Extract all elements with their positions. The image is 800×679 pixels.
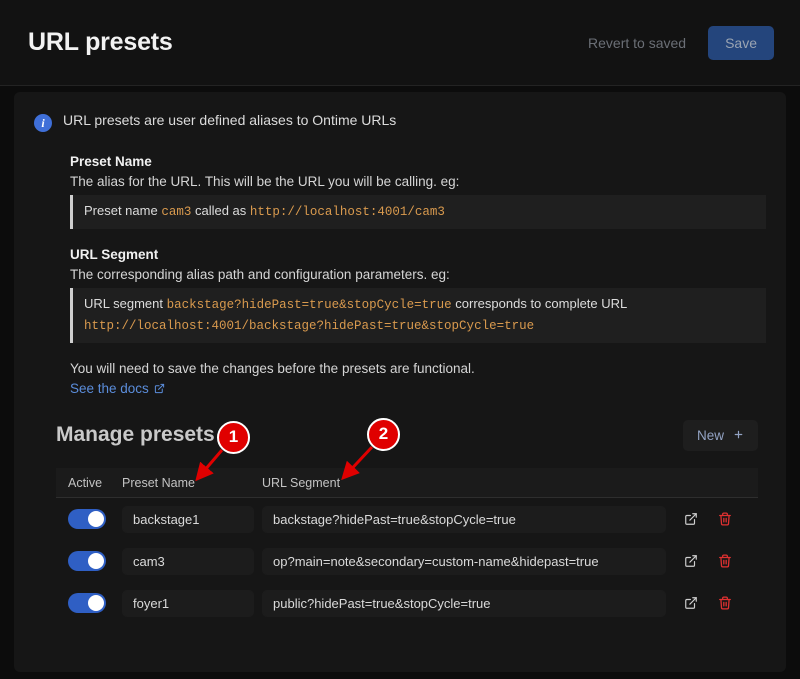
row-url-segment-cell bbox=[262, 590, 676, 617]
example-code: cam3 bbox=[161, 205, 191, 219]
row-actions-cell bbox=[676, 554, 750, 568]
example-middle: corresponds to complete URL bbox=[455, 296, 627, 311]
delete-preset-button[interactable] bbox=[718, 512, 732, 526]
url-presets-page: URL presets Revert to saved Save i URL p… bbox=[0, 0, 800, 679]
example-url: http://localhost:4001/cam3 bbox=[250, 205, 445, 219]
column-header-url-segment: URL Segment bbox=[262, 476, 676, 490]
page-header: URL presets Revert to saved Save bbox=[0, 0, 800, 86]
example-prefix: URL segment bbox=[84, 296, 163, 311]
external-link-icon bbox=[684, 554, 698, 568]
revert-to-saved-button[interactable]: Revert to saved bbox=[576, 27, 698, 59]
toggle-knob bbox=[88, 595, 104, 611]
toggle-knob bbox=[88, 553, 104, 569]
trash-icon bbox=[718, 596, 732, 610]
trash-icon bbox=[718, 554, 732, 568]
section-preset-name: Preset Name The alias for the URL. This … bbox=[34, 154, 766, 229]
row-active-cell bbox=[64, 509, 122, 529]
manage-presets-header: Manage presets New bbox=[56, 414, 758, 456]
table-header-row: Active Preset Name URL Segment bbox=[56, 468, 758, 498]
section-description: The corresponding alias path and configu… bbox=[70, 267, 766, 282]
open-preset-button[interactable] bbox=[684, 596, 698, 610]
preset-name-input[interactable] bbox=[122, 590, 254, 617]
delete-preset-button[interactable] bbox=[718, 596, 732, 610]
page-title: URL presets bbox=[28, 28, 576, 57]
see-the-docs-link[interactable]: See the docs bbox=[70, 381, 165, 396]
section-description: The alias for the URL. This will be the … bbox=[70, 174, 766, 189]
row-preset-name-cell bbox=[122, 548, 262, 575]
new-preset-label: New bbox=[697, 428, 724, 443]
table-row bbox=[56, 498, 758, 540]
external-link-icon bbox=[154, 383, 165, 394]
toggle-knob bbox=[88, 511, 104, 527]
info-footer: You will need to save the changes before… bbox=[34, 361, 766, 398]
delete-preset-button[interactable] bbox=[718, 554, 732, 568]
info-icon: i bbox=[34, 114, 52, 132]
info-block: i URL presets are user defined aliases t… bbox=[14, 92, 786, 398]
row-actions-cell bbox=[676, 596, 750, 610]
section-title: URL Segment bbox=[70, 247, 766, 262]
active-toggle[interactable] bbox=[68, 593, 106, 613]
section-example: Preset name cam3 called as http://localh… bbox=[70, 195, 766, 229]
row-actions-cell bbox=[676, 512, 750, 526]
example-url: http://localhost:4001/backstage?hidePast… bbox=[84, 319, 534, 333]
url-segment-input[interactable] bbox=[262, 590, 666, 617]
info-headline-row: i URL presets are user defined aliases t… bbox=[34, 112, 766, 132]
new-preset-button[interactable]: New bbox=[683, 420, 758, 451]
row-active-cell bbox=[64, 593, 122, 613]
table-row bbox=[56, 540, 758, 582]
section-url-segment: URL Segment The corresponding alias path… bbox=[34, 247, 766, 343]
annotation-marker-1: 1 bbox=[217, 421, 250, 454]
section-title: Preset Name bbox=[70, 154, 766, 169]
preset-name-input[interactable] bbox=[122, 548, 254, 575]
plus-icon bbox=[733, 428, 744, 443]
active-toggle[interactable] bbox=[68, 551, 106, 571]
trash-icon bbox=[718, 512, 732, 526]
save-button[interactable]: Save bbox=[708, 26, 774, 60]
row-preset-name-cell bbox=[122, 590, 262, 617]
url-segment-input[interactable] bbox=[262, 506, 666, 533]
external-link-icon bbox=[684, 596, 698, 610]
open-preset-button[interactable] bbox=[684, 554, 698, 568]
column-header-active: Active bbox=[64, 476, 122, 490]
row-url-segment-cell bbox=[262, 506, 676, 533]
preset-name-input[interactable] bbox=[122, 506, 254, 533]
url-segment-input[interactable] bbox=[262, 548, 666, 575]
row-active-cell bbox=[64, 551, 122, 571]
docs-link-label: See the docs bbox=[70, 381, 149, 396]
manage-presets-section: Manage presets New Active Preset Name UR… bbox=[14, 414, 786, 624]
presets-table: Active Preset Name URL Segment bbox=[56, 468, 758, 624]
external-link-icon bbox=[684, 512, 698, 526]
content-panel: i URL presets are user defined aliases t… bbox=[14, 92, 786, 672]
example-prefix: Preset name bbox=[84, 203, 158, 218]
example-code: backstage?hidePast=true&stopCycle=true bbox=[167, 298, 452, 312]
example-middle: called as bbox=[195, 203, 246, 218]
section-example: URL segment backstage?hidePast=true&stop… bbox=[70, 288, 766, 343]
column-header-preset-name: Preset Name bbox=[122, 476, 262, 490]
annotation-marker-2: 2 bbox=[367, 418, 400, 451]
table-row bbox=[56, 582, 758, 624]
active-toggle[interactable] bbox=[68, 509, 106, 529]
row-url-segment-cell bbox=[262, 548, 676, 575]
open-preset-button[interactable] bbox=[684, 512, 698, 526]
info-headline: URL presets are user defined aliases to … bbox=[63, 112, 396, 128]
row-preset-name-cell bbox=[122, 506, 262, 533]
save-note: You will need to save the changes before… bbox=[70, 361, 766, 376]
